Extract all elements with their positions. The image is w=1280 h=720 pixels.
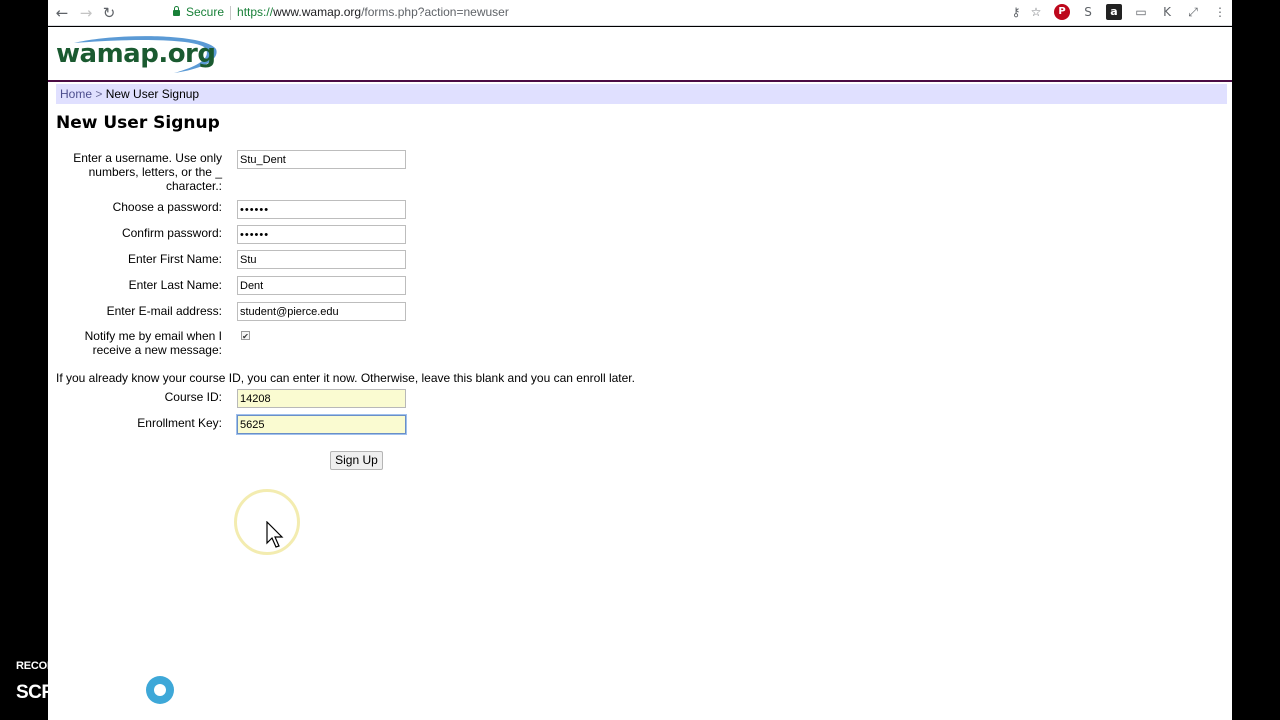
url-scheme: https:// xyxy=(237,5,274,19)
pinterest-icon[interactable]: P xyxy=(1054,4,1070,20)
watermark-brand: SCREENCAST MATIC xyxy=(16,676,246,707)
sign-up-button[interactable]: Sign Up xyxy=(330,451,383,470)
password-label: Choose a password: xyxy=(112,200,222,214)
site-header: wamap.org xyxy=(48,27,1232,82)
cast-icon[interactable]: ▭ xyxy=(1133,4,1149,20)
course-id-label: Course ID: xyxy=(164,390,222,404)
key-icon[interactable]: ⚷ xyxy=(1008,4,1024,20)
course-id-input[interactable] xyxy=(237,389,406,408)
enrollment-key-label: Enrollment Key: xyxy=(137,416,222,430)
screencast-watermark: RECORDED WITH SCREENCAST MATIC xyxy=(16,660,235,704)
password-input[interactable] xyxy=(237,200,406,219)
watermark-brand-right: MATIC xyxy=(177,682,235,704)
menu-kebab-icon[interactable]: ⋮ xyxy=(1212,4,1228,20)
extension-2-icon[interactable]: ⤢ xyxy=(1185,4,1201,20)
logo-text: wamap.org xyxy=(56,39,216,69)
amazon-icon[interactable]: a xyxy=(1106,4,1122,20)
forward-icon[interactable]: → xyxy=(76,3,96,23)
site-logo[interactable]: wamap.org xyxy=(54,35,219,75)
breadcrumb: Home > New User Signup xyxy=(56,84,1227,104)
url-path: /forms.php?action=newuser xyxy=(361,5,509,19)
course-id-note: If you already know your course ID, you … xyxy=(56,371,635,385)
first-name-label: Enter First Name: xyxy=(127,252,222,266)
skype-icon[interactable]: S xyxy=(1080,4,1096,20)
enrollment-key-input[interactable] xyxy=(237,415,406,434)
browser-toolbar: ← → ↻ Secure https://www.wamap.org/forms.… xyxy=(48,0,1232,26)
notify-label: Notify me by email when I receive a new … xyxy=(84,329,222,357)
first-name-input[interactable] xyxy=(237,250,406,269)
mouse-cursor-icon xyxy=(266,521,284,548)
secure-label: Secure xyxy=(186,5,225,19)
record-icon xyxy=(145,676,174,704)
reload-icon[interactable]: ↻ xyxy=(99,3,119,23)
notify-checkbox[interactable]: ✔ xyxy=(241,331,250,341)
url-host: www.wamap.org xyxy=(273,5,362,19)
email-label: Enter E-mail address: xyxy=(106,304,222,318)
breadcrumb-current: New User Signup xyxy=(105,87,200,101)
email-input[interactable] xyxy=(237,302,406,321)
watermark-recorded-with: RECORDED WITH xyxy=(16,660,108,672)
username-label: Enter a username. Use only numbers, lett… xyxy=(73,151,222,193)
extension-icon[interactable]: K xyxy=(1159,4,1175,20)
confirm-password-label: Confirm password: xyxy=(121,226,222,240)
confirm-password-input[interactable] xyxy=(237,225,406,244)
last-name-label: Enter Last Name: xyxy=(128,278,222,292)
lock-icon xyxy=(173,6,180,16)
breadcrumb-home-link[interactable]: Home xyxy=(60,87,92,101)
back-icon[interactable]: ← xyxy=(52,3,72,23)
address-bar[interactable]: Secure https://www.wamap.org/forms.php?ac… xyxy=(173,3,1053,22)
omnibox-separator xyxy=(230,5,232,20)
bookmark-star-icon[interactable]: ☆ xyxy=(1028,4,1044,20)
page-title: New User Signup xyxy=(56,113,220,133)
breadcrumb-separator: > xyxy=(95,87,103,101)
last-name-input[interactable] xyxy=(237,276,406,295)
watermark-brand-left: SCREENCAST xyxy=(16,682,142,704)
page: wamap.org Home > New User Signup New Use… xyxy=(48,27,1232,720)
username-input[interactable] xyxy=(237,150,406,169)
